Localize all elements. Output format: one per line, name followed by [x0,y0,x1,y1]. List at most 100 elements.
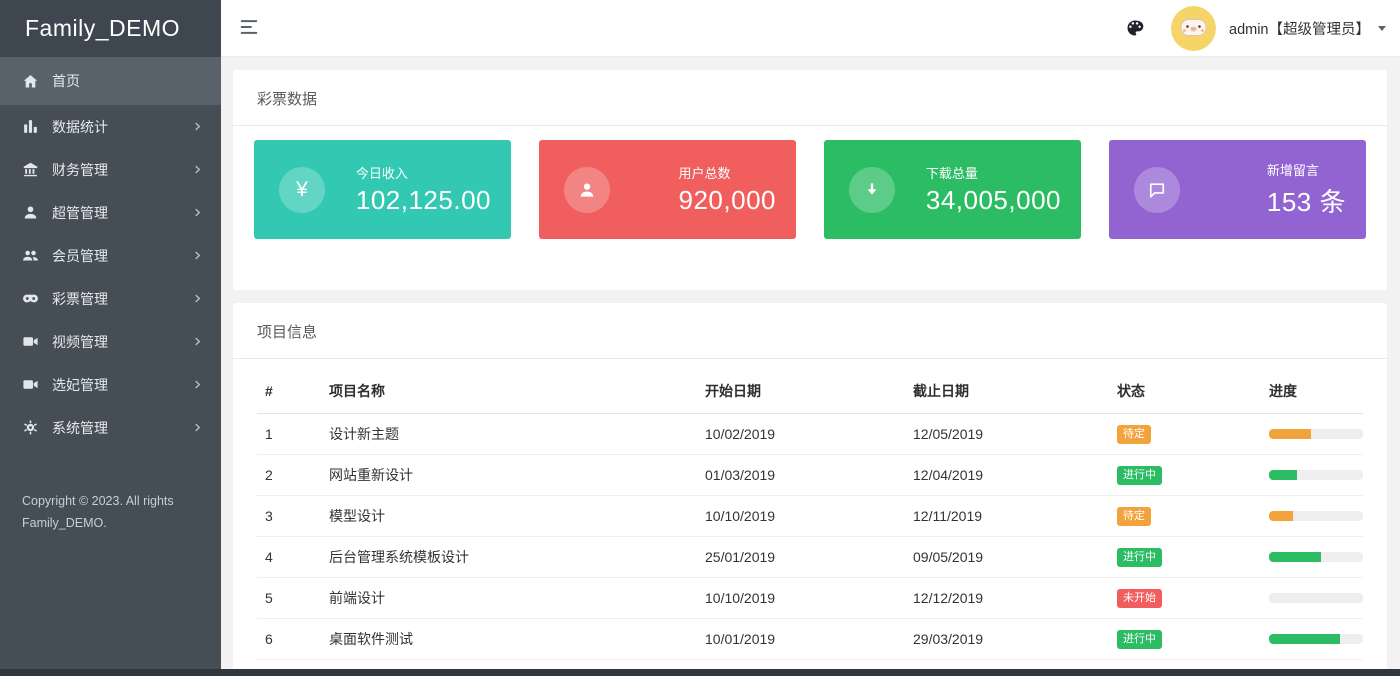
stat-value: 153 条 [1266,187,1346,217]
sidebar-item-label: 数据统计 [52,118,108,135]
progress-bar [1269,511,1363,521]
user-dropdown[interactable]: admin【超级管理员】 [1229,18,1386,39]
sidebar-item-4[interactable]: 会员管理 [0,234,221,277]
cell-project-name: 前端设计 [321,577,697,619]
sidebar-item-label: 会员管理 [52,247,108,264]
stat-value: 34,005,000 [925,185,1061,215]
status-badge: 未开始 [1117,589,1162,608]
cell-status: 进行中 [1109,536,1261,578]
sidebar-item-0[interactable]: 首页 [0,57,221,105]
stat-label: 今日收入 [355,166,408,181]
progress-bar [1269,470,1363,480]
cell-end-date: 12/12/2019 [905,577,1109,619]
cell-project-name: 网站重新设计 [321,454,697,496]
cell-end-date: 12/11/2019 [905,495,1109,537]
topbar-right: admin【超级管理员】 [1125,5,1386,51]
users-icon [22,247,39,264]
download-icon [849,166,895,213]
chevron-right-icon [192,336,203,347]
cell-progress [1261,618,1363,660]
mask-icon [22,290,39,307]
sidebar-item-7[interactable]: 选妃管理 [0,363,221,406]
chevron-right-icon [192,250,203,261]
cell-progress [1261,577,1363,619]
table-row: 3 模型设计 10/10/2019 12/11/2019 待定 [257,495,1363,537]
content: 彩票数据 ¥ 今日收入 102,125.00 用户总数 920,000 下载总量… [221,57,1400,676]
sidebar-menu: 首页 数据统计 财务管理 超管管理 会员管理 彩票管理 视频管理 选妃管理 系统… [0,57,221,449]
cell-progress [1261,536,1363,578]
bar-chart-icon [22,118,39,135]
cell-start-date: 10/01/2019 [697,618,905,660]
table-row: 6 桌面软件测试 10/01/2019 29/03/2019 进行中 [257,618,1363,660]
sidebar-item-5[interactable]: 彩票管理 [0,277,221,320]
status-badge: 进行中 [1117,466,1162,485]
caret-down-icon [1378,25,1386,31]
sidebar-item-3[interactable]: 超管管理 [0,191,221,234]
cell-start-date: 25/01/2019 [697,536,905,578]
table-row: 2 网站重新设计 01/03/2019 12/04/2019 进行中 [257,454,1363,496]
sidebar-item-8[interactable]: 系统管理 [0,406,221,449]
projects-table-wrap: # 项目名称 开始日期 截止日期 状态 进度 1 设计新主题 10/02/2019 12/… [233,359,1387,676]
sidebar-item-label: 视频管理 [52,333,108,350]
theme-palette-icon[interactable] [1125,18,1145,38]
cell-progress [1261,413,1363,455]
status-badge: 进行中 [1117,548,1162,567]
table-header-row: # 项目名称 开始日期 截止日期 状态 进度 [257,367,1363,414]
cell-index: 2 [257,454,321,496]
stat-value: 920,000 [678,185,776,215]
sidebar: Family_DEMO 首页 数据统计 财务管理 超管管理 会员管理 彩票管理 … [0,0,221,676]
stats-panel: 彩票数据 ¥ 今日收入 102,125.00 用户总数 920,000 下载总量… [233,70,1387,290]
avatar[interactable] [1171,5,1216,51]
bank-icon [22,161,39,178]
stat-label: 新增留言 [1266,163,1319,178]
progress-fill [1269,634,1340,644]
sidebar-item-2[interactable]: 财务管理 [0,148,221,191]
video-icon [22,376,39,393]
progress-bar [1269,552,1363,562]
column-header-3: 截止日期 [905,367,1109,414]
cell-progress [1261,454,1363,496]
cell-start-date: 10/10/2019 [697,495,905,537]
comment-icon [1134,166,1180,213]
column-header-0: # [257,367,321,414]
main-area: admin【超级管理员】 彩票数据 ¥ 今日收入 102,125.00 用户总数… [221,0,1400,676]
cell-index: 6 [257,618,321,660]
cell-status: 待定 [1109,413,1261,455]
chevron-right-icon [192,207,203,218]
stat-card: 用户总数 920,000 [539,140,796,239]
status-badge: 待定 [1117,425,1151,444]
cell-index: 1 [257,413,321,455]
cell-status: 进行中 [1109,618,1261,660]
chevron-right-icon [192,293,203,304]
sidebar-item-1[interactable]: 数据统计 [0,105,221,148]
stat-value: 102,125.00 [355,185,491,215]
sidebar-item-label: 系统管理 [52,419,108,436]
projects-panel: 项目信息 # 项目名称 开始日期 截止日期 状态 进度 1 设计新主题 10/02/201… [233,303,1387,676]
progress-fill [1269,511,1293,521]
projects-table: # 项目名称 开始日期 截止日期 状态 进度 1 设计新主题 10/02/2019 12/… [257,367,1363,676]
sidebar-item-label: 选妃管理 [52,376,108,393]
column-header-1: 项目名称 [321,367,697,414]
column-header-2: 开始日期 [697,367,905,414]
cell-project-name: 桌面软件测试 [321,618,697,660]
sidebar-item-label: 超管管理 [52,204,108,221]
cell-index: 3 [257,495,321,537]
cell-start-date: 10/02/2019 [697,413,905,455]
table-row: 1 设计新主题 10/02/2019 12/05/2019 待定 [257,413,1363,455]
table-row: 5 前端设计 10/10/2019 12/12/2019 未开始 [257,577,1363,619]
user-name: admin【超级管理员】 [1229,21,1370,38]
cell-project-name: 后台管理系统模板设计 [321,536,697,578]
stat-text: 下载总量 34,005,000 [926,163,1061,216]
sidebar-item-label: 财务管理 [52,161,108,178]
stat-card: 下载总量 34,005,000 [824,140,1081,239]
cell-status: 待定 [1109,495,1261,537]
stat-label: 用户总数 [678,166,731,181]
bottom-strip [0,669,1400,676]
progress-fill [1269,470,1298,480]
cell-end-date: 29/03/2019 [905,618,1109,660]
sidebar-item-6[interactable]: 视频管理 [0,320,221,363]
projects-panel-title: 项目信息 [233,303,1387,359]
video-icon [22,333,39,350]
menu-fold-icon[interactable] [237,16,261,40]
chevron-right-icon [192,121,203,132]
